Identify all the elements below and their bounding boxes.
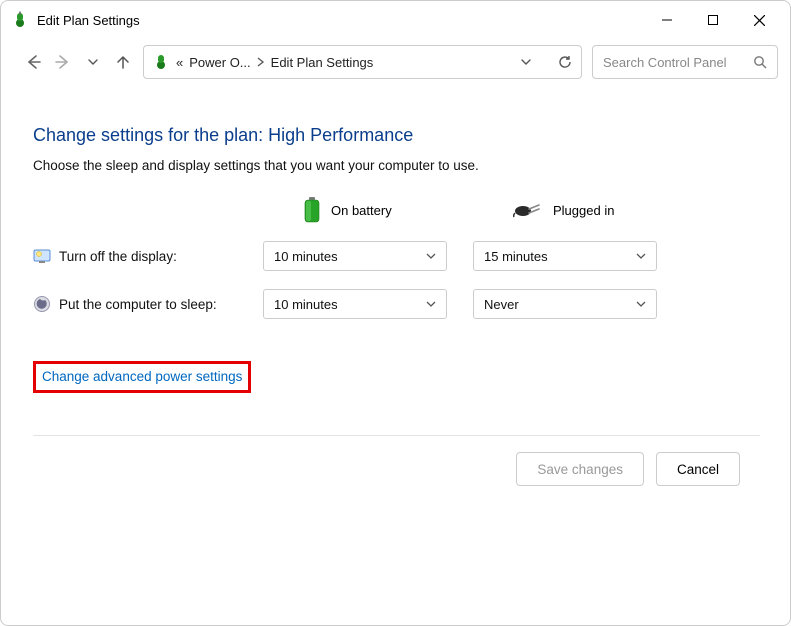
row-display-label: Turn off the display: (33, 247, 263, 265)
sleep-icon (33, 295, 51, 313)
cancel-button[interactable]: Cancel (656, 452, 740, 486)
window-title: Edit Plan Settings (37, 13, 140, 28)
maximize-button[interactable] (690, 4, 736, 36)
sleep-battery-dropdown[interactable]: 10 minutes (263, 289, 447, 319)
chevron-down-icon (636, 251, 646, 261)
row-sleep-label: Put the computer to sleep: (33, 295, 263, 313)
search-input[interactable]: Search Control Panel (592, 45, 778, 79)
minimize-button[interactable] (644, 4, 690, 36)
titlebar: Edit Plan Settings (1, 1, 790, 39)
nav-toolbar: « Power O... Edit Plan Settings Search C… (1, 39, 790, 89)
recent-locations-dropdown[interactable] (83, 52, 103, 72)
plug-icon (513, 201, 543, 219)
page-heading: Change settings for the plan: High Perfo… (33, 125, 760, 146)
battery-icon (303, 197, 321, 223)
column-header-plugged: Plugged in (473, 201, 683, 219)
address-history-dropdown[interactable] (521, 57, 531, 67)
breadcrumb-level1[interactable]: Power O... (189, 55, 250, 70)
sleep-plugged-dropdown[interactable]: Never (473, 289, 657, 319)
save-button[interactable]: Save changes (516, 452, 644, 486)
address-bar[interactable]: « Power O... Edit Plan Settings (143, 45, 582, 79)
advanced-settings-link[interactable]: Change advanced power settings (42, 369, 242, 384)
display-icon (33, 247, 51, 265)
chevron-down-icon (426, 251, 436, 261)
search-placeholder: Search Control Panel (603, 55, 727, 70)
settings-grid: On battery Plugged in (33, 197, 760, 319)
refresh-button[interactable] (557, 54, 573, 70)
window: Edit Plan Settings (0, 0, 791, 626)
close-button[interactable] (736, 4, 782, 36)
breadcrumb-chevron-icon[interactable] (257, 57, 265, 67)
back-button[interactable] (23, 52, 43, 72)
column-header-battery-label: On battery (331, 203, 392, 218)
up-button[interactable] (113, 52, 133, 72)
address-bar-icon (152, 53, 170, 71)
chevron-down-icon (636, 299, 646, 309)
breadcrumb-level2[interactable]: Edit Plan Settings (271, 55, 374, 70)
forward-button[interactable] (53, 52, 73, 72)
search-icon (753, 55, 767, 69)
footer: Save changes Cancel (33, 435, 760, 502)
page-subheading: Choose the sleep and display settings th… (33, 158, 760, 173)
display-plugged-dropdown[interactable]: 15 minutes (473, 241, 657, 271)
power-plan-app-icon (11, 11, 29, 29)
breadcrumb-separator-left: « (176, 55, 183, 70)
display-battery-dropdown[interactable]: 10 minutes (263, 241, 447, 271)
highlight-box: Change advanced power settings (33, 361, 251, 393)
column-header-plugged-label: Plugged in (553, 203, 614, 218)
column-header-battery: On battery (263, 197, 473, 223)
content-area: Change settings for the plan: High Perfo… (1, 89, 790, 625)
chevron-down-icon (426, 299, 436, 309)
